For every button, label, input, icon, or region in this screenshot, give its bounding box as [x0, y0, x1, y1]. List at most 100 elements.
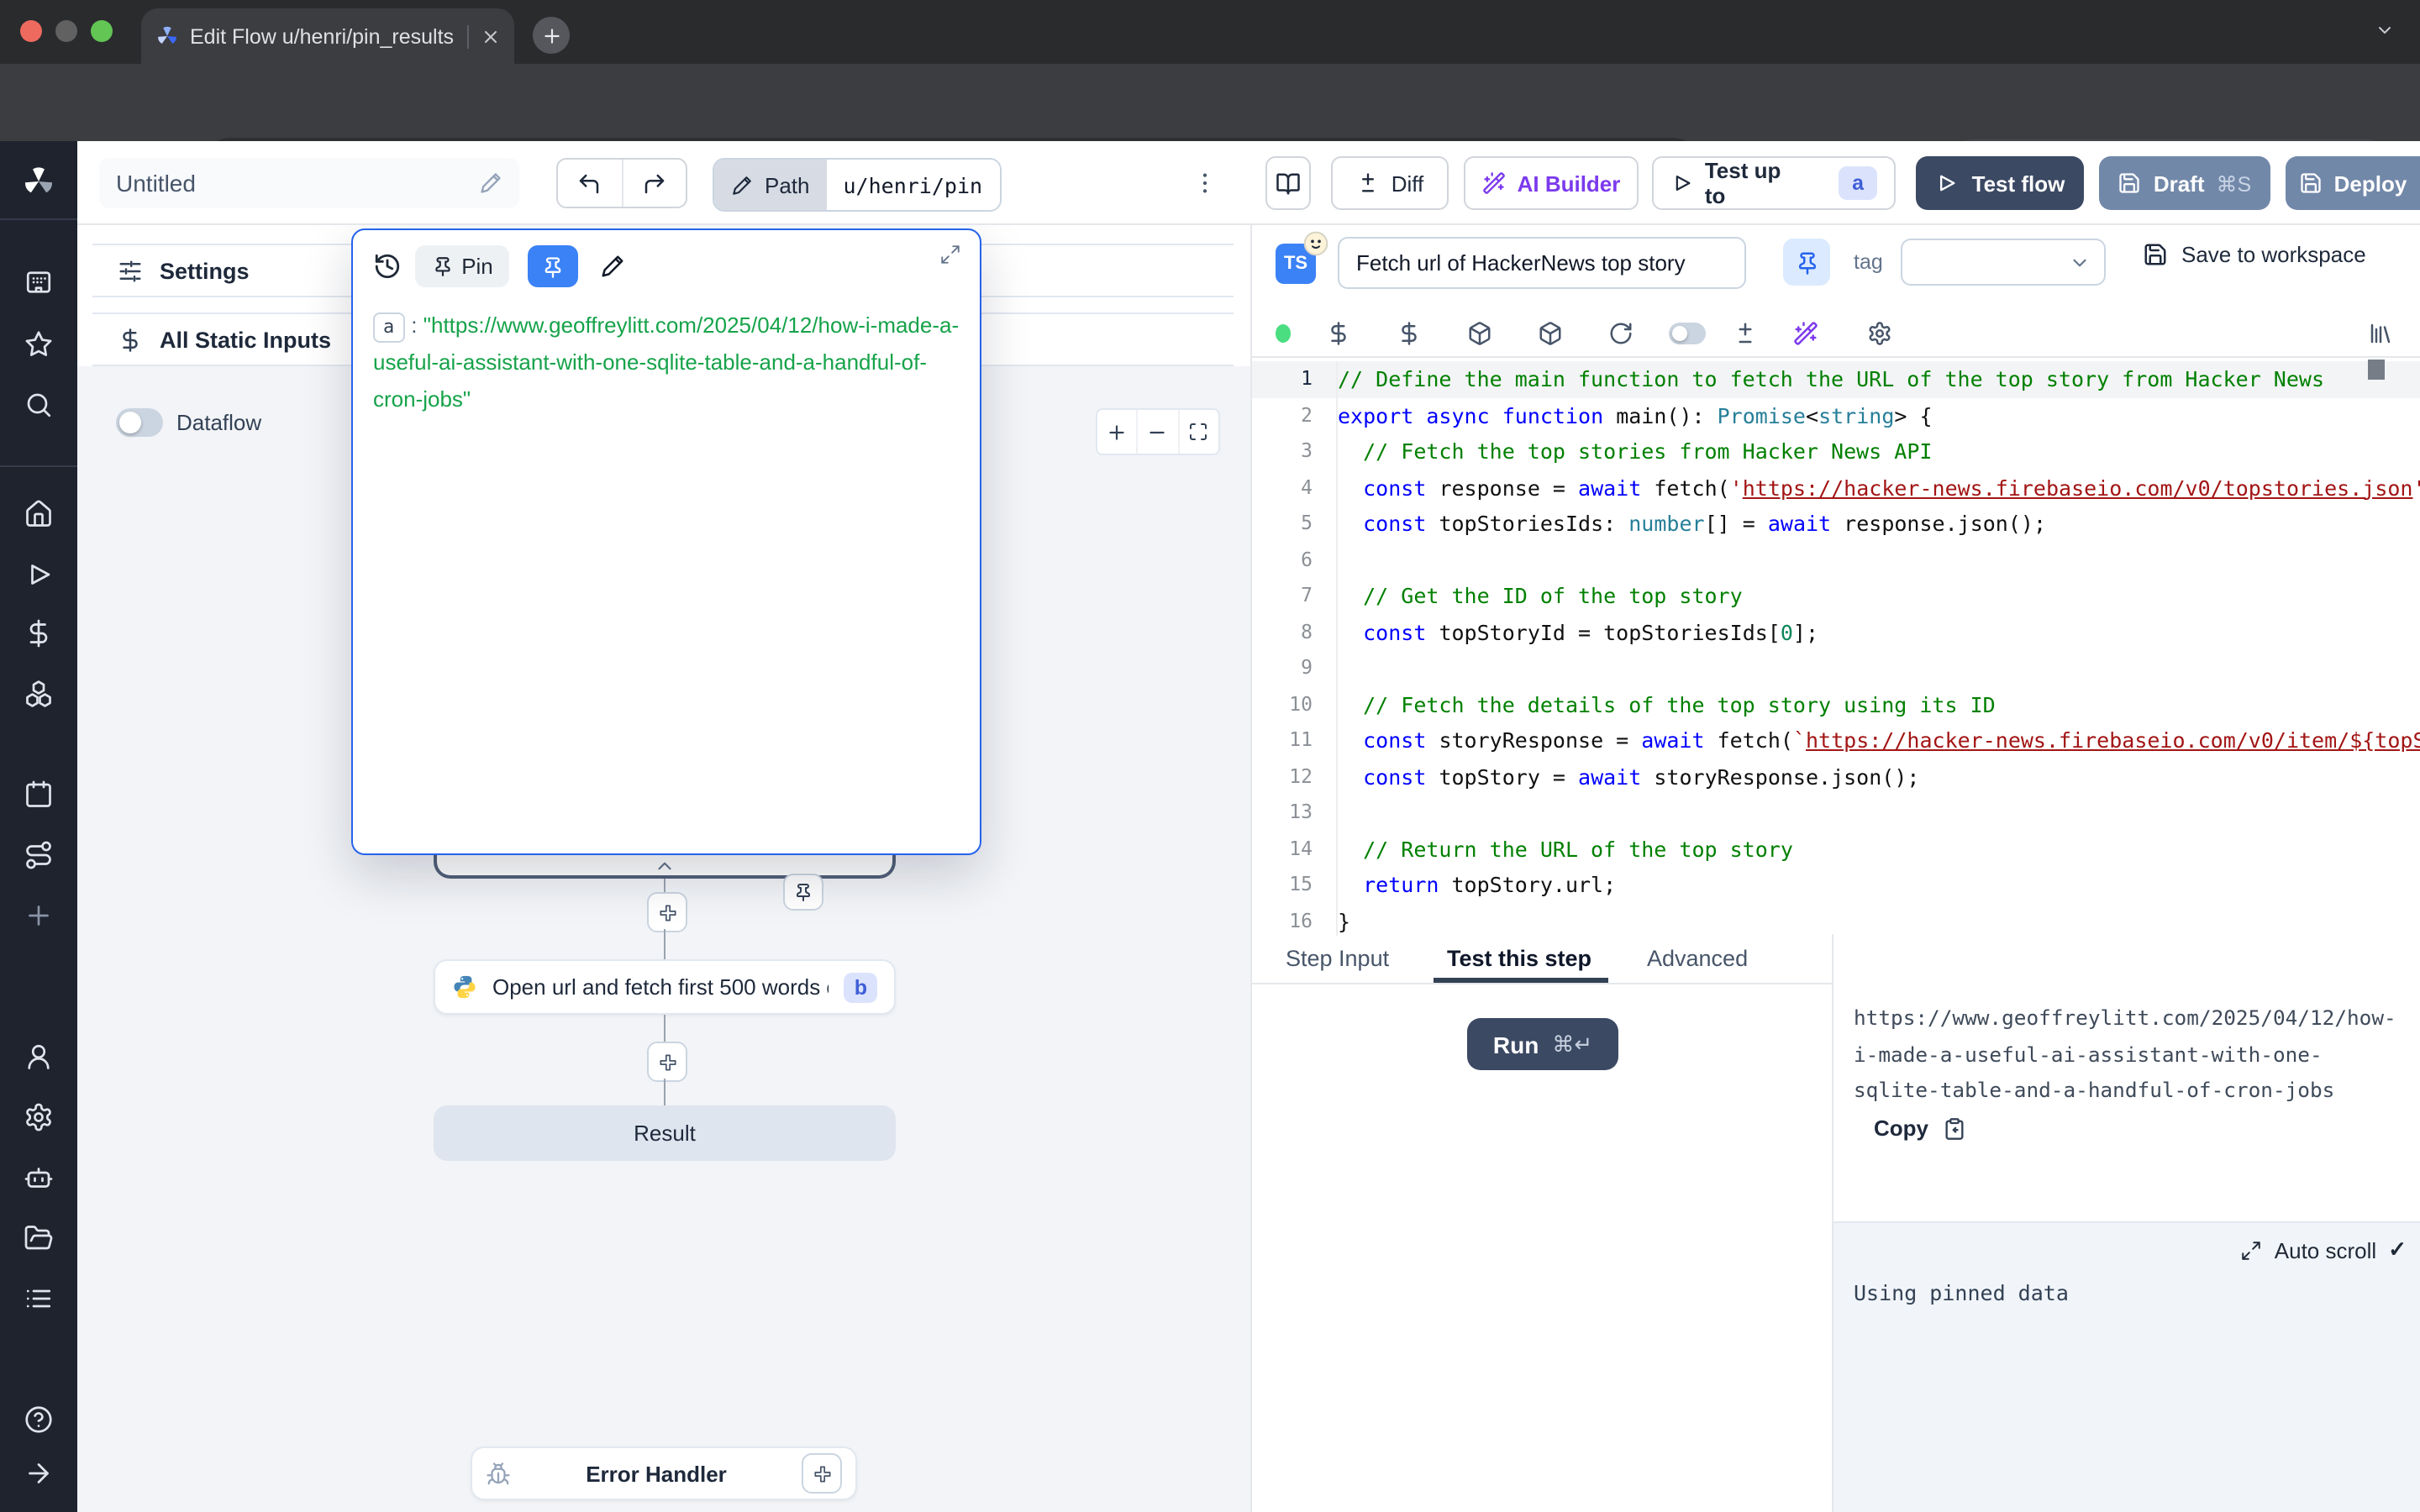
path-button[interactable]: Path u/henri/pin	[713, 158, 1001, 212]
expand-popup-icon[interactable]	[939, 244, 961, 265]
sidebar-item-list[interactable]	[24, 1284, 54, 1314]
test-up-to-label: Test up to	[1705, 158, 1803, 208]
editor-toggle[interactable]	[1669, 323, 1706, 344]
sidebar-item-arrow-right[interactable]	[24, 1458, 54, 1488]
code-line: 11 const storyResponse = await fetch(`ht…	[1252, 722, 2420, 759]
sidebar-item-calendar[interactable]	[24, 780, 54, 810]
sidebar-item-boxes[interactable]	[24, 679, 54, 709]
sidebar-item-person[interactable]	[24, 1042, 54, 1072]
code-line: 5 const topStoriesIds: number[] = await …	[1252, 506, 2420, 542]
deploy-label: Deploy	[2334, 171, 2407, 196]
sidebar-item-play[interactable]	[24, 559, 54, 590]
pin-icon	[793, 882, 813, 902]
sidebar-item-gear[interactable]	[24, 1102, 54, 1132]
chevron-down-icon	[2069, 251, 2091, 273]
library-icon[interactable]	[2368, 321, 2393, 346]
undo-button[interactable]	[558, 160, 623, 207]
more-options-kebab-icon[interactable]	[1192, 170, 1218, 197]
browser-tab[interactable]: Edit Flow u/henri/pin_results	[141, 8, 514, 64]
ai-wand-icon[interactable]	[1793, 321, 1818, 346]
sidebar-item-star[interactable]	[24, 329, 54, 360]
close-tab-icon[interactable]	[481, 26, 501, 46]
static-inputs-icon[interactable]	[1326, 321, 1351, 346]
test-up-to-step-badge[interactable]: a	[1839, 166, 1877, 200]
sidebar-item-folder[interactable]	[24, 1223, 54, 1253]
edit-pencil-icon[interactable]	[600, 254, 625, 279]
node-b-label: Open url and fetch first 500 words of ..…	[492, 974, 829, 1000]
insert-step-button[interactable]	[647, 1042, 687, 1082]
code-line: 3 // Fetch the top stories from Hacker N…	[1252, 433, 2420, 470]
fit-view-button[interactable]	[1179, 410, 1218, 454]
test-up-to-button[interactable]: Test up to a	[1652, 156, 1896, 210]
minimize-window-button[interactable]	[55, 20, 77, 42]
step-summary-input[interactable]	[1338, 237, 1746, 289]
browser-navbar: app.windmill.dev/flows/edit/u/henri/pin_…	[0, 64, 2420, 141]
sidebar-item-plus[interactable]	[24, 900, 54, 931]
sidebar-item-robot[interactable]	[24, 1163, 54, 1193]
resources-box-icon[interactable]	[1467, 321, 1492, 346]
variables-icon[interactable]	[1397, 321, 1422, 346]
path-value-segment[interactable]: u/henri/pin	[827, 160, 1000, 210]
ai-builder-button[interactable]: AI Builder	[1464, 156, 1639, 210]
new-tab-button[interactable]	[533, 17, 570, 54]
save-to-workspace-button[interactable]: Save to workspace	[2143, 242, 2366, 267]
tag-select[interactable]	[1901, 239, 2106, 286]
docs-book-button[interactable]	[1265, 156, 1311, 210]
deploy-button[interactable]: Deploy	[2286, 156, 2420, 210]
error-handler-node[interactable]: Error Handler	[471, 1446, 857, 1500]
path-label-segment[interactable]: Path	[714, 160, 827, 210]
pin-toggle-button[interactable]: Pin	[415, 245, 509, 287]
dataflow-toggle[interactable]	[116, 408, 163, 437]
maximize-window-button[interactable]	[91, 20, 113, 42]
diff-icon[interactable]	[1733, 321, 1758, 346]
route-icon	[24, 840, 54, 870]
tab-search-chevron[interactable]	[2373, 20, 2396, 40]
result-label: Result	[634, 1121, 696, 1146]
node-a-pin-badge[interactable]	[783, 874, 823, 911]
home-icon	[24, 499, 54, 529]
draft-button[interactable]: Draft ⌘S	[2099, 156, 2270, 210]
zoom-in-button[interactable]	[1097, 410, 1139, 454]
flow-node-b[interactable]: Open url and fetch first 500 words of ..…	[434, 959, 896, 1015]
sidebar-item-app-window[interactable]	[24, 267, 54, 297]
expand-icon	[2241, 1239, 2263, 1261]
redo-button[interactable]	[623, 160, 686, 207]
history-icon[interactable]	[373, 252, 402, 281]
run-button[interactable]: Run ⌘↵	[1467, 1018, 1618, 1070]
editor-settings-gear-icon[interactable]	[1867, 321, 1892, 346]
tab-step-input[interactable]: Step Input	[1286, 934, 1389, 983]
step-pin-button[interactable]	[1783, 239, 1830, 286]
sidebar-item-home[interactable]	[24, 499, 54, 529]
person-icon	[24, 1042, 54, 1072]
editor-scrollbar-thumb[interactable]	[2368, 360, 2385, 380]
sidebar-item-dollar[interactable]	[24, 618, 54, 648]
auto-scroll-control[interactable]: Auto scroll ✓	[2241, 1236, 2407, 1263]
save-icon	[2299, 171, 2323, 195]
collapse-chevron-up-icon[interactable]	[654, 855, 676, 877]
close-window-button[interactable]	[20, 20, 42, 42]
insert-step-button[interactable]	[647, 892, 687, 932]
diff-button[interactable]: Diff	[1331, 156, 1449, 210]
reset-refresh-icon[interactable]	[1608, 321, 1634, 346]
code-editor[interactable]: 1// Define the main function to fetch th…	[1252, 356, 2420, 936]
save-icon	[2118, 171, 2142, 195]
zoom-out-button[interactable]	[1139, 410, 1180, 454]
code-line: 13	[1252, 795, 2420, 831]
node-b-id-badge: b	[844, 972, 877, 1002]
package-box-icon[interactable]	[1538, 321, 1563, 346]
result-node[interactable]: Result	[434, 1105, 896, 1161]
tab-test-this-step[interactable]: Test this step	[1447, 934, 1591, 983]
code-line: 7 // Get the ID of the top story	[1252, 578, 2420, 614]
copy-button[interactable]: Copy	[1874, 1116, 1965, 1141]
windmill-logo[interactable]	[20, 163, 57, 200]
edit-name-pencil-icon[interactable]	[479, 171, 502, 195]
sidebar-item-route[interactable]	[24, 840, 54, 870]
sidebar-item-search[interactable]	[24, 390, 54, 420]
add-error-handler-button[interactable]	[802, 1453, 842, 1494]
sidebar-item-help[interactable]	[24, 1404, 54, 1435]
code-line: 14 // Return the URL of the top story	[1252, 831, 2420, 867]
test-flow-button[interactable]: Test flow	[1916, 156, 2084, 210]
flow-name-field[interactable]: Untitled	[99, 158, 519, 208]
tab-advanced[interactable]: Advanced	[1647, 934, 1748, 983]
pinned-active-button[interactable]	[528, 245, 578, 287]
